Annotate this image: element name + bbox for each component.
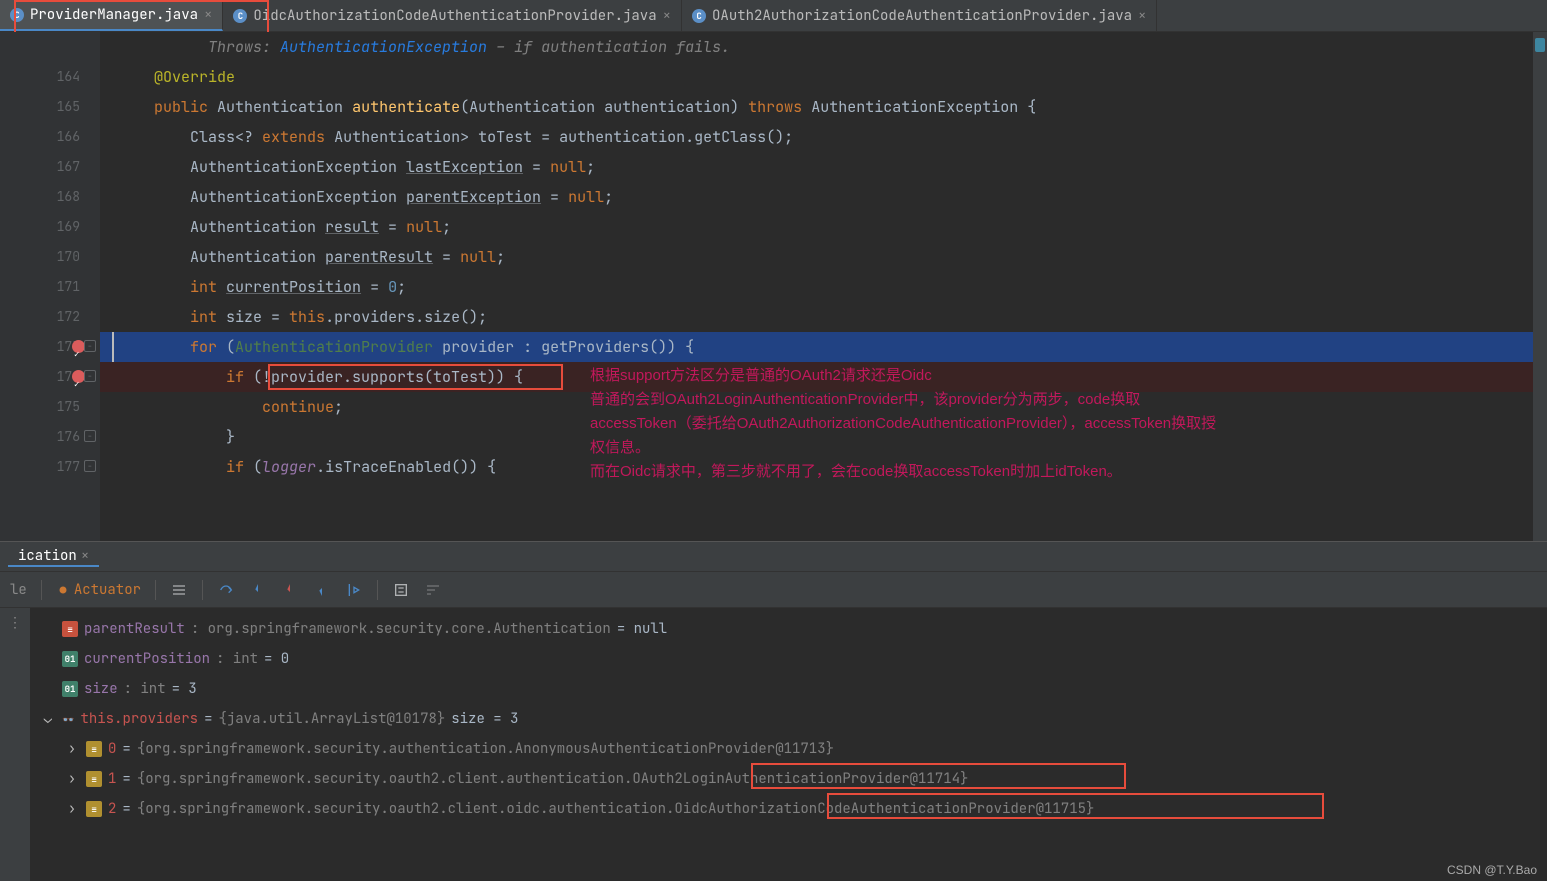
primitive-icon: 01 bbox=[62, 651, 78, 667]
var-name: parentResult bbox=[84, 620, 185, 638]
expand-icon[interactable]: › bbox=[64, 800, 80, 818]
debugger-panel: ication × le Actuator ⋮ ≡ parentResult bbox=[0, 541, 1547, 881]
editor-scrollbar-track[interactable] bbox=[1533, 32, 1547, 541]
step-out-icon[interactable] bbox=[313, 581, 331, 599]
debug-tool-tabs: ication × bbox=[0, 542, 1547, 572]
element-icon: ≡ bbox=[86, 801, 102, 817]
debug-tab-item[interactable]: ication × bbox=[8, 547, 99, 567]
debug-side-gutter: ⋮ bbox=[0, 608, 30, 881]
java-file-icon: C bbox=[692, 9, 706, 23]
tab-label: OAuth2AuthorizationCodeAuthenticationPro… bbox=[712, 7, 1132, 25]
line-number: 166 bbox=[0, 122, 80, 152]
line-number: −173 bbox=[0, 332, 80, 362]
trace-icon[interactable] bbox=[424, 581, 442, 599]
fold-icon[interactable]: − bbox=[84, 430, 96, 442]
close-icon[interactable]: × bbox=[204, 6, 212, 24]
fold-icon[interactable]: − bbox=[84, 460, 96, 472]
toolbar-text: le bbox=[10, 581, 27, 599]
breakpoint-line: if (!provider.supports(toTest)) { bbox=[100, 362, 1547, 392]
evaluate-icon[interactable] bbox=[392, 581, 410, 599]
primitive-icon: 01 bbox=[62, 681, 78, 697]
line-number: 170 bbox=[0, 242, 80, 272]
variable-row[interactable]: ⌄ 👓 this.providers = {java.util.ArrayLis… bbox=[30, 704, 1547, 734]
java-file-icon: C bbox=[233, 9, 247, 23]
debug-toolbar: le Actuator bbox=[0, 572, 1547, 608]
line-number: 167 bbox=[0, 152, 80, 182]
doc-desc: – if authentication fails. bbox=[496, 37, 730, 57]
tab-provider-manager[interactable]: C ProviderManager.java × bbox=[0, 0, 223, 31]
close-icon[interactable]: × bbox=[1138, 7, 1146, 25]
java-file-icon: C bbox=[10, 8, 24, 22]
actuator-icon bbox=[56, 583, 70, 597]
element-icon: ≡ bbox=[86, 771, 102, 787]
line-number: −174 bbox=[0, 362, 80, 392]
line-number: 164 bbox=[0, 62, 80, 92]
line-gutter: 164 165 166 167 168 169 170 171 172 −173… bbox=[0, 32, 100, 541]
line-number: 175 bbox=[0, 392, 80, 422]
fold-icon[interactable]: − bbox=[84, 340, 96, 352]
force-step-into-icon[interactable] bbox=[281, 581, 299, 599]
inspection-icon[interactable] bbox=[1535, 38, 1545, 52]
line-number: 168 bbox=[0, 182, 80, 212]
variable-row[interactable]: 01 size : int = 3 bbox=[30, 674, 1547, 704]
var-name: currentPosition bbox=[84, 650, 210, 668]
line-number: −176 bbox=[0, 422, 80, 452]
watermark: CSDN @T.Y.Bao bbox=[1447, 863, 1537, 877]
doc-exception-link[interactable]: AuthenticationException bbox=[280, 37, 487, 57]
line-number: 165 bbox=[0, 92, 80, 122]
element-icon: ≡ bbox=[86, 741, 102, 757]
line-number: −177 bbox=[0, 452, 80, 482]
actuator-label[interactable]: Actuator bbox=[56, 581, 141, 599]
code-editor[interactable]: 164 165 166 167 168 169 170 171 172 −173… bbox=[0, 32, 1547, 541]
run-to-cursor-icon[interactable] bbox=[345, 581, 363, 599]
tab-oidc-provider[interactable]: C OidcAuthorizationCodeAuthenticationPro… bbox=[223, 0, 682, 31]
code-content[interactable]: Throws: AuthenticationException – if aut… bbox=[100, 32, 1547, 541]
close-icon[interactable]: × bbox=[81, 547, 89, 565]
stack-icon[interactable] bbox=[170, 581, 188, 599]
watch-icon: 👓 bbox=[62, 711, 74, 727]
variable-row[interactable]: › ≡ 0 = {org.springframework.security.au… bbox=[30, 734, 1547, 764]
close-icon[interactable]: × bbox=[663, 7, 671, 25]
tab-label: OidcAuthorizationCodeAuthenticationProvi… bbox=[253, 7, 656, 25]
var-name: this.providers bbox=[80, 710, 198, 728]
collapse-icon[interactable]: ⌄ bbox=[40, 710, 56, 728]
editor-tabs: C ProviderManager.java × C OidcAuthoriza… bbox=[0, 0, 1547, 32]
line-number: 171 bbox=[0, 272, 80, 302]
variable-row[interactable]: 01 currentPosition : int = 0 bbox=[30, 644, 1547, 674]
code-annotation: @Override bbox=[154, 67, 235, 87]
variable-row[interactable]: › ≡ 1 = {org.springframework.security.oa… bbox=[30, 764, 1547, 794]
expand-icon[interactable]: › bbox=[64, 740, 80, 758]
tab-oauth2-provider[interactable]: C OAuth2AuthorizationCodeAuthenticationP… bbox=[682, 0, 1157, 31]
doc-throws-label: Throws: bbox=[208, 37, 271, 57]
fold-icon[interactable]: − bbox=[84, 370, 96, 382]
debug-variables[interactable]: ≡ parentResult : org.springframework.sec… bbox=[30, 608, 1547, 881]
tab-label: ProviderManager.java bbox=[30, 6, 198, 24]
line-number: 172 bbox=[0, 302, 80, 332]
variable-row[interactable]: › ≡ 2 = {org.springframework.security.oa… bbox=[30, 794, 1547, 824]
var-name: size bbox=[84, 680, 118, 698]
expand-icon[interactable]: › bbox=[64, 770, 80, 788]
line-number: 169 bbox=[0, 212, 80, 242]
field-icon: ≡ bbox=[62, 621, 78, 637]
step-over-icon[interactable] bbox=[217, 581, 235, 599]
execution-line: for (AuthenticationProvider provider : g… bbox=[100, 332, 1547, 362]
step-into-icon[interactable] bbox=[249, 581, 267, 599]
variable-row[interactable]: ≡ parentResult : org.springframework.sec… bbox=[30, 614, 1547, 644]
